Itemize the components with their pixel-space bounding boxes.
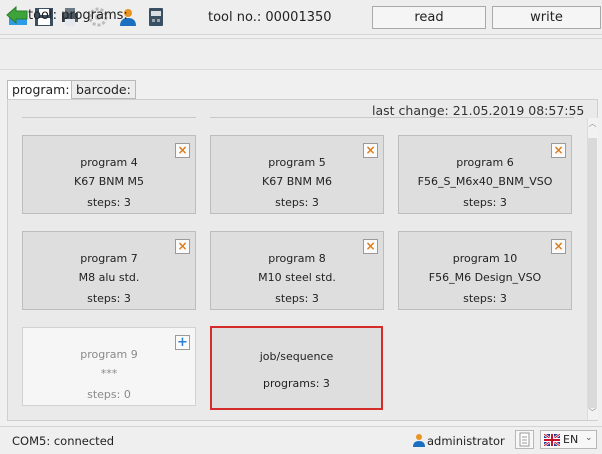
job-programs-count: programs: 3 (263, 377, 330, 390)
program-card[interactable]: program 4 K67 BNM M5 steps: 3 × (22, 135, 196, 214)
program-steps: steps: 3 (463, 196, 507, 209)
program-name: F56_S_M6x40_BNM_VSO (417, 175, 553, 188)
program-name: M10 steel std. (258, 271, 336, 284)
program-name: K67 BNM M6 (262, 175, 332, 188)
program-steps: steps: 0 (87, 388, 131, 401)
new-program-card[interactable]: program 9 *** steps: 0 + (22, 327, 196, 406)
program-title: program 10 (452, 252, 518, 265)
connection-status: COM5: connected (12, 434, 115, 448)
language-select[interactable]: EN ⌄ (540, 430, 597, 449)
job-sequence-card[interactable]: job/sequence programs: 3 (210, 326, 383, 410)
add-program-button[interactable]: + (175, 335, 190, 350)
program-title: program 9 (80, 348, 138, 361)
program-steps: steps: 3 (87, 196, 131, 209)
divider (22, 117, 196, 118)
program-steps: steps: 3 (275, 196, 319, 209)
tab-program[interactable]: program: (7, 80, 75, 100)
scroll-down-icon[interactable]: ﹀ (588, 408, 597, 418)
device-icon[interactable] (146, 7, 166, 27)
language-code: EN (563, 433, 579, 446)
program-steps: steps: 3 (463, 292, 507, 305)
user-name: administrator (427, 434, 505, 448)
tab-barcode[interactable]: barcode: (71, 80, 136, 99)
read-button[interactable]: read (372, 6, 486, 29)
tool-number-label: tool no.: 00001350 (208, 10, 332, 25)
program-card[interactable]: program 5 K67 BNM M6 steps: 3 × (210, 135, 384, 214)
program-card[interactable]: program 8 M10 steel std. steps: 3 × (210, 231, 384, 310)
program-title: program 7 (80, 252, 138, 265)
nav-bar (0, 38, 602, 70)
program-title: program 8 (268, 252, 326, 265)
program-title: program 6 (456, 156, 514, 169)
scrollbar-thumb[interactable] (588, 138, 597, 408)
divider (210, 117, 574, 118)
program-name: M8 alu std. (78, 271, 140, 284)
delete-program-button[interactable]: × (175, 143, 190, 158)
last-change-timestamp: last change: 21.05.2019 08:57:55 (372, 103, 585, 118)
user-icon (413, 434, 425, 447)
chevron-down-icon: ⌄ (585, 433, 593, 443)
delete-program-button[interactable]: × (551, 143, 566, 158)
uk-flag-icon (544, 434, 560, 446)
delete-program-button[interactable]: × (551, 239, 566, 254)
program-steps: steps: 3 (87, 292, 131, 305)
delete-program-button[interactable]: × (175, 239, 190, 254)
delete-program-button[interactable]: × (363, 239, 378, 254)
program-card[interactable]: program 10 F56_M6 Design_VSO steps: 3 × (398, 231, 572, 310)
program-title: program 5 (268, 156, 326, 169)
back-arrow-icon[interactable] (6, 6, 28, 24)
program-card[interactable]: program 7 M8 alu std. steps: 3 × (22, 231, 196, 310)
program-card[interactable]: program 6 F56_S_M6x40_BNM_VSO steps: 3 × (398, 135, 572, 214)
breadcrumb: tool: programs: (28, 8, 128, 23)
program-name: K67 BNM M5 (74, 175, 144, 188)
program-steps: steps: 3 (275, 292, 319, 305)
program-title: program 4 (80, 156, 138, 169)
delete-program-button[interactable]: × (363, 143, 378, 158)
document-icon (519, 432, 530, 447)
job-title: job/sequence (259, 350, 334, 363)
scroll-up-icon[interactable]: ︿ (588, 119, 597, 129)
program-name: F56_M6 Design_VSO (428, 271, 542, 284)
program-name: *** (100, 367, 118, 380)
document-button[interactable] (515, 430, 534, 449)
write-button[interactable]: write (492, 6, 601, 29)
